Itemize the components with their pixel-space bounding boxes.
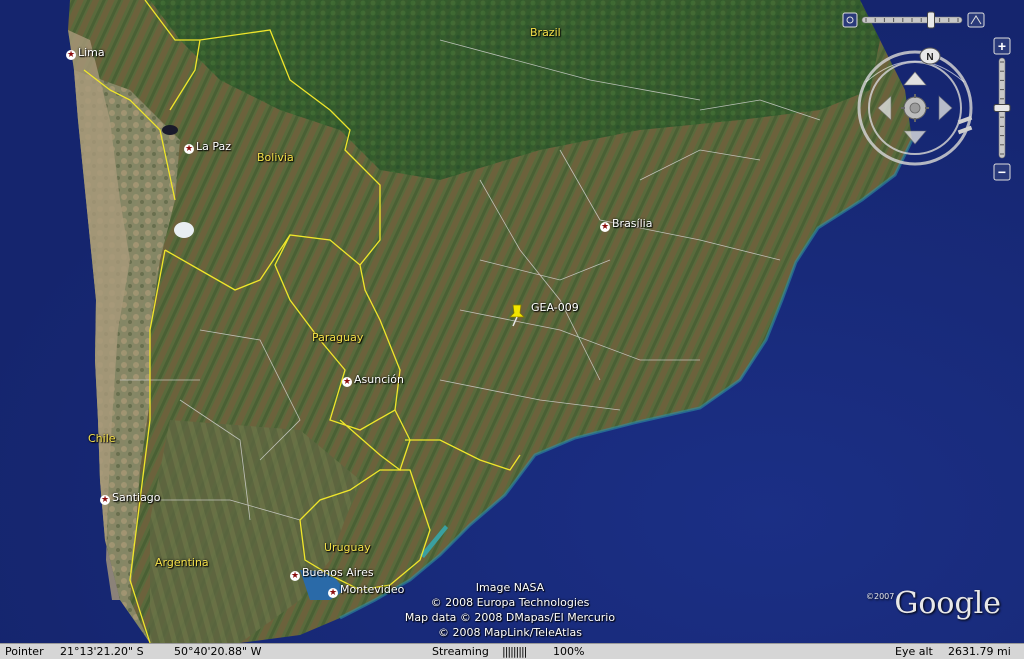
city-label-asuncion[interactable]: Asunción: [354, 373, 404, 386]
compass-north-label: N: [926, 52, 933, 63]
pushpin-icon[interactable]: [506, 303, 528, 327]
city-label-santiago[interactable]: Santiago: [112, 491, 161, 504]
pointer-label: Pointer: [5, 645, 44, 658]
attribution-line: Map data © 2008 DMapas/El Mercurio: [404, 611, 616, 624]
salar-de-uyuni: [174, 222, 194, 238]
country-label-paraguay: Paraguay: [312, 331, 364, 344]
capital-star-icon[interactable]: ★: [290, 571, 300, 581]
map-attribution: Image NASA © 2008 Europa Technologies Ma…: [380, 580, 640, 640]
attribution-line: © 2008 Europa Technologies: [430, 596, 590, 609]
country-label-bolivia: Bolivia: [257, 151, 294, 164]
streaming-progress-bars: |||||||||: [502, 645, 527, 658]
capital-star-icon[interactable]: ★: [342, 377, 352, 387]
tilt-slider-thumb[interactable]: [927, 11, 935, 29]
pan-right-icon[interactable]: [938, 95, 953, 121]
pointer-longitude: 50°40'20.88" W: [174, 645, 262, 658]
city-label-buenos-aires[interactable]: Buenos Aires: [302, 566, 374, 579]
eye-alt-value: 2631.79 mi: [948, 645, 1011, 658]
country-label-uruguay: Uruguay: [324, 541, 371, 554]
earth-viewport[interactable]: Brazil Bolivia Paraguay Chile Argentina …: [0, 0, 1024, 659]
capital-star-icon[interactable]: ★: [66, 50, 76, 60]
logo-text: Google: [894, 586, 1001, 621]
status-bar: Pointer 21°13'21.20" S 50°40'20.88" W St…: [0, 643, 1024, 659]
attribution-line: Image NASA: [475, 581, 545, 594]
zoom-slider[interactable]: + −: [993, 37, 1011, 181]
capital-star-icon[interactable]: ★: [328, 588, 338, 598]
pointer-latitude: 21°13'21.20" S: [60, 645, 144, 658]
pan-left-icon[interactable]: [877, 95, 892, 121]
placemark-label[interactable]: GEA-009: [531, 301, 579, 314]
zoom-slider-thumb[interactable]: [993, 104, 1011, 112]
navigation-controls[interactable]: N + −: [840, 10, 1024, 190]
zoom-out-label: −: [998, 164, 1006, 180]
tilt-reset-icon[interactable]: [842, 12, 858, 28]
capital-star-icon[interactable]: ★: [600, 222, 610, 232]
streaming-label: Streaming: [432, 645, 489, 658]
country-label-brazil: Brazil: [530, 26, 561, 39]
zoom-in-label: +: [998, 38, 1006, 54]
look-joystick-icon[interactable]: [901, 94, 929, 122]
city-label-la-paz[interactable]: La Paz: [196, 140, 231, 153]
pan-down-icon[interactable]: [903, 130, 927, 145]
city-label-lima[interactable]: Lima: [78, 46, 105, 59]
capital-star-icon[interactable]: ★: [100, 495, 110, 505]
google-logo: ©2007Google: [866, 586, 1001, 621]
lake-titicaca: [162, 125, 178, 135]
pan-up-icon[interactable]: [903, 71, 927, 86]
capital-star-icon[interactable]: ★: [184, 144, 194, 154]
attribution-line: © 2008 MapLink/TeleAtlas: [437, 626, 583, 639]
streaming-percent: 100%: [553, 645, 585, 658]
eye-alt-label: Eye alt: [895, 645, 933, 658]
country-label-argentina: Argentina: [155, 556, 209, 569]
city-label-brasilia[interactable]: Brasília: [612, 217, 652, 230]
logo-copyright: ©2007: [866, 592, 895, 601]
compass-north-icon[interactable]: N: [919, 47, 941, 65]
tilt-slider[interactable]: [842, 11, 985, 29]
country-label-chile: Chile: [88, 432, 116, 445]
